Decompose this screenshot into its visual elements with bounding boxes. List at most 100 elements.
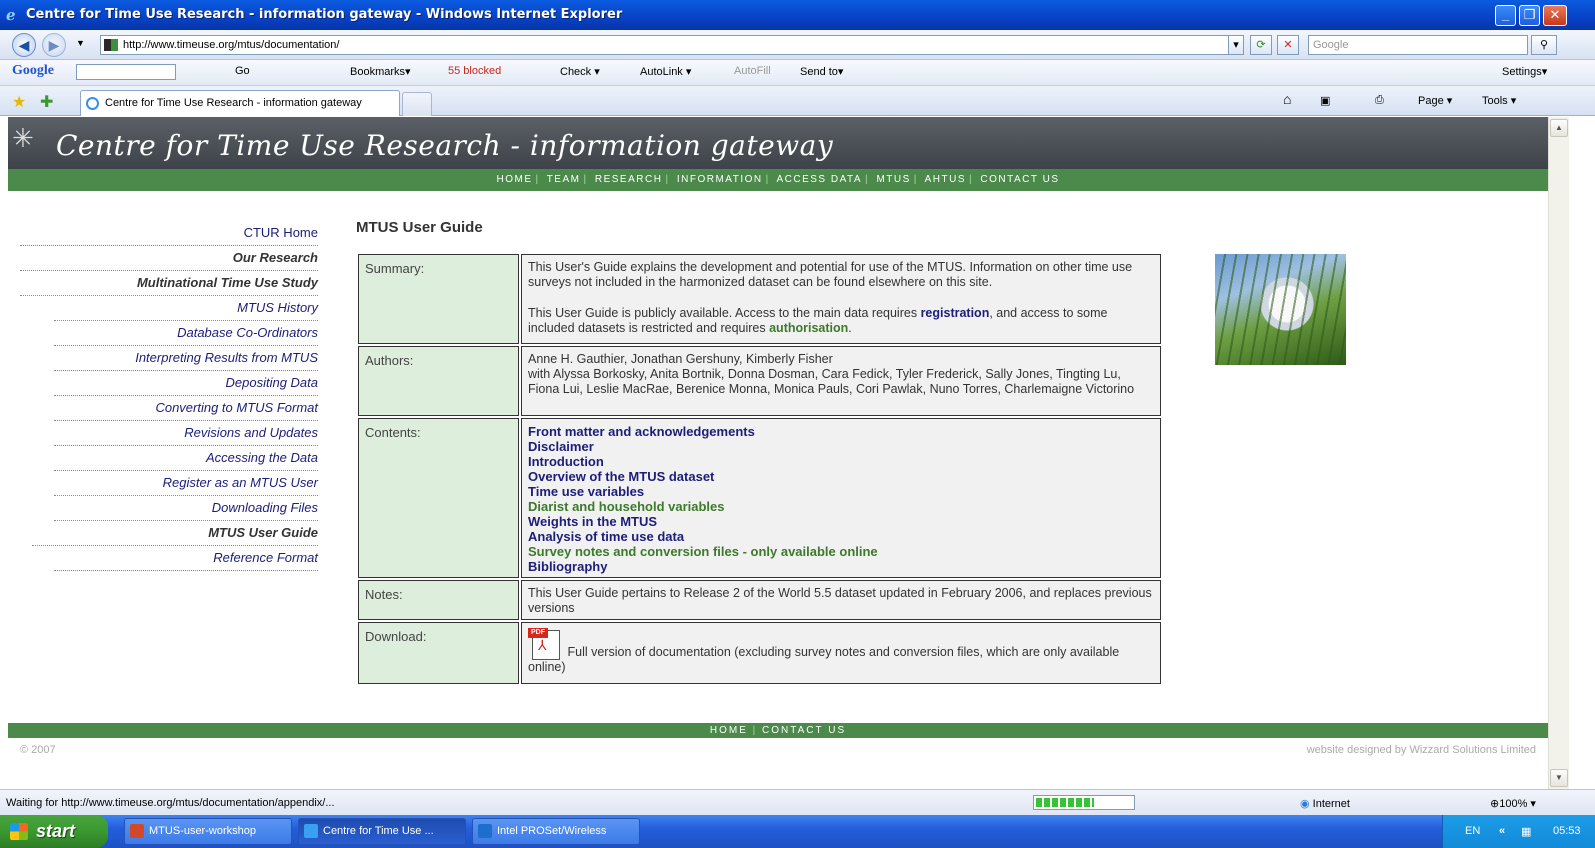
site-title: Centre for Time Use Research - informati… [56,129,834,162]
sidebar-item-user-guide[interactable]: MTUS User Guide [32,521,318,546]
home-icon[interactable]: ⌂ [1283,91,1291,107]
spell-check-button[interactable]: Check ▾ [560,65,600,78]
authorisation-link[interactable]: authorisation [769,321,848,335]
tools-menu[interactable]: Tools ▾ [1482,94,1516,107]
contents-link-diarist-variables[interactable]: Diarist and household variables [528,499,1154,514]
search-input[interactable]: Google [1308,35,1528,55]
sidebar-item-accessing-data[interactable]: Accessing the Data [54,446,318,471]
popup-blocked-button[interactable]: 55 blocked [448,65,501,77]
download-text: Full version of documentation (excluding… [528,645,1120,674]
language-indicator[interactable]: EN [1465,825,1480,837]
sidebar-item-reference-format[interactable]: Reference Format [54,546,318,571]
summary-text-a: This User Guide is publicly available. A… [528,306,921,320]
add-favorites-icon[interactable]: ✚ [40,92,53,112]
history-dropdown-icon[interactable]: ▼ [76,38,85,48]
summary-label: Summary: [358,254,519,344]
nav-information[interactable]: INFORMATION [677,174,763,185]
google-search-input[interactable] [76,64,176,80]
contents-link-introduction[interactable]: Introduction [528,454,1154,469]
feeds-icon[interactable]: ▣ [1320,94,1330,107]
scroll-up-icon[interactable]: ▲ [1550,119,1568,137]
close-button[interactable]: ✕ [1543,5,1567,26]
network-icon[interactable]: ▦ [1521,825,1531,838]
address-dropdown-icon[interactable]: ▾ [1228,35,1244,55]
nav-team[interactable]: TEAM [547,174,581,185]
authors-line-2: with Alyssa Borkosky, Anita Bortnik, Don… [528,367,1135,396]
nav-research[interactable]: RESEARCH [595,174,663,185]
page-menu[interactable]: Page ▾ [1418,94,1452,107]
refresh-icon[interactable]: ⟳ [1250,35,1272,55]
sidebar-item-mtus[interactable]: Multinational Time Use Study [20,271,318,296]
sidebar-item-mtus-history[interactable]: MTUS History [54,296,318,321]
favorites-star-icon[interactable]: ★ [12,92,26,112]
contents-link-disclaimer[interactable]: Disclaimer [528,439,1154,454]
autofill-button[interactable]: AutoFill [734,65,771,77]
site-favicon-icon [104,39,118,51]
sidebar-item-interpreting-results[interactable]: Interpreting Results from MTUS [54,346,318,371]
zoom-icon: ⊕ [1490,798,1500,810]
print-icon[interactable]: ⎙ [1375,94,1384,107]
window-title: Centre for Time Use Research - informati… [26,7,623,22]
authors-label: Authors: [358,346,519,416]
windows-flag-icon [10,823,28,840]
start-button[interactable]: start [0,815,108,848]
minimize-button[interactable]: _ [1495,5,1516,26]
nav-contact-us[interactable]: CONTACT US [980,174,1059,185]
address-field[interactable]: http://www.timeuse.org/mtus/documentatio… [100,35,1237,55]
task-intel-proset[interactable]: Intel PROSet/Wireless [472,818,640,845]
contents-link-bibliography[interactable]: Bibliography [528,559,1154,574]
google-toolbar: Google Go Bookmarks▾ 55 blocked Check ▾ … [0,60,1595,86]
contents-link-analysis[interactable]: Analysis of time use data [528,529,1154,544]
loading-progress-bar [1033,795,1135,810]
contents-link-survey-notes[interactable]: Survey notes and conversion files - only… [528,544,1154,559]
contents-link-front-matter[interactable]: Front matter and acknowledgements [528,424,1154,439]
footer-nav-contact-us[interactable]: CONTACT US [762,725,846,736]
notes-row: Notes: This User Guide pertains to Relea… [358,580,1161,620]
settings-button[interactable]: Settings▾ [1502,65,1547,78]
back-button[interactable]: ◀ [12,33,36,57]
sidebar-item-depositing-data[interactable]: Depositing Data [54,371,318,396]
task-mtus-workshop[interactable]: MTUS-user-workshop [124,818,292,845]
task-ie-window[interactable]: Centre for Time Use ... [298,818,466,845]
pdf-icon[interactable]: PDF ⅄ [528,628,562,660]
site-nav: HOME | TEAM | RESEARCH | INFORMATION | ACCES… [8,169,1548,191]
sidebar-item-downloading[interactable]: Downloading Files [54,496,318,521]
nav-home[interactable]: HOME [496,174,532,185]
summary-paragraph-1: This User's Guide explains the developme… [528,260,1133,289]
sidebar-item-database-coordinators[interactable]: Database Co-Ordinators [54,321,318,346]
sidebar-item-ctur-home[interactable]: CTUR Home [20,221,318,246]
nav-mtus[interactable]: MTUS [876,174,910,185]
send-to-button[interactable]: Send to▾ [800,65,843,78]
autolink-button[interactable]: AutoLink ▾ [640,65,691,78]
page-title: MTUS User Guide [356,219,483,236]
sidebar-item-converting[interactable]: Converting to MTUS Format [54,396,318,421]
bookmarks-button[interactable]: Bookmarks▾ [350,65,411,78]
registration-link[interactable]: registration [921,306,990,320]
summary-paragraph-2: This User Guide is publicly available. A… [528,306,1154,336]
download-row: Download: PDF ⅄ Full version of document… [358,622,1161,684]
scroll-down-icon[interactable]: ▼ [1550,769,1568,787]
tray-arrow-icon[interactable]: « [1499,825,1505,837]
status-message: Waiting for http://www.timeuse.org/mtus/… [6,797,335,809]
search-icon[interactable]: ⚲ [1531,35,1557,55]
zoom-level[interactable]: ⊕100% ▾ [1490,797,1536,810]
contents-link-overview[interactable]: Overview of the MTUS dataset [528,469,1154,484]
tab-active[interactable]: Centre for Time Use Research - informati… [80,90,400,116]
stop-icon[interactable]: ✕ [1277,35,1299,55]
new-tab-button[interactable] [402,92,432,116]
contents-link-time-use-variables[interactable]: Time use variables [528,484,1154,499]
vertical-scrollbar[interactable]: ▲ ▼ [1548,117,1569,789]
contents-link-weights[interactable]: Weights in the MTUS [528,514,1154,529]
ie-icon [304,824,318,838]
sidebar-item-register[interactable]: Register as an MTUS User [54,471,318,496]
forward-button[interactable]: ▶ [42,33,66,57]
footer-nav-home[interactable]: HOME [710,725,748,736]
sidebar-item-our-research[interactable]: Our Research [20,246,318,271]
go-button[interactable]: Go [235,65,250,77]
nav-ahtus[interactable]: AHTUS [925,174,966,185]
left-sidebar: CTUR Home Our Research Multinational Tim… [20,221,318,571]
maximize-button[interactable]: ❐ [1519,5,1540,26]
authors-row: Authors: Anne H. Gauthier, Jonathan Gers… [358,346,1161,416]
nav-access-data[interactable]: ACCESS DATA [776,174,862,185]
sidebar-item-revisions[interactable]: Revisions and Updates [54,421,318,446]
